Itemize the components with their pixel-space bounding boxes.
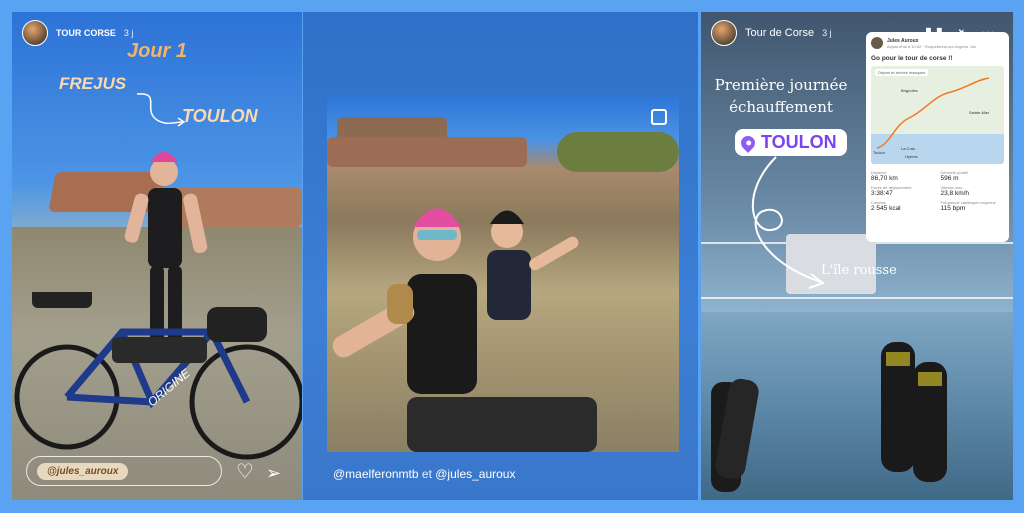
activity-subtitle: Aujourd'hui à 10:52 · Roquebrune-sur-Arg… <box>887 43 976 49</box>
route-end: TOULON <box>182 106 258 126</box>
stat-item: Dénivelé positif 596 m <box>941 170 1005 182</box>
reply-field[interactable]: @jules_auroux <box>26 456 222 486</box>
story-username[interactable]: Tour de Corse <box>745 27 814 39</box>
story-controls: ❚❚ 🔇︎ ••• <box>923 26 995 42</box>
stat-value: 86,70 km <box>871 175 898 182</box>
carousel-icon <box>651 109 667 125</box>
stat-item: Fréquence cardiaque moyenne 115 bpm <box>941 200 1005 212</box>
stat-value: 23,8 km/h <box>940 190 970 197</box>
pause-icon[interactable]: ❚❚ <box>923 26 945 42</box>
send-icon[interactable]: ➢ <box>266 463 281 484</box>
shrubs <box>557 132 679 172</box>
story-panel-3: Tour de Corse 3 j Première journée échau… <box>701 12 1013 500</box>
photo-caption: @maelferonmtb et @jules_auroux <box>333 467 515 481</box>
avatar <box>871 37 883 49</box>
caption-line-1: Première journée <box>714 76 848 94</box>
map-place: Brignoles <box>901 88 918 93</box>
route-map: Départ et arrivée masqués Brignoles Sain… <box>871 66 1004 164</box>
stat-value: 115 bpm <box>940 205 966 212</box>
map-place: La Crau <box>901 146 916 151</box>
destination-label: L'île rousse <box>821 263 897 278</box>
route-start: FREJUS <box>59 74 127 93</box>
story-panel-2: @maelferonmtb et @jules_auroux <box>303 12 698 500</box>
cyclists-figure <box>332 208 597 452</box>
stat-item: Distance 86,70 km <box>871 170 935 182</box>
more-options-icon[interactable]: ••• <box>981 26 995 42</box>
activity-stats: Distance 86,70 km Dénivelé positif 596 m… <box>871 170 1004 212</box>
location-pin-icon <box>738 132 758 153</box>
story-age: 3 j <box>822 28 832 38</box>
story-panel-1: TOUR CORSE 3 j Jour 1 FREJUS TOULON ORIG… <box>12 12 302 500</box>
map-place: Toulon <box>873 150 885 155</box>
curly-arrow-icon <box>751 156 826 289</box>
stat-value: 596 m <box>940 175 959 182</box>
stat-item: Calories 2 545 kcal <box>871 200 935 212</box>
selfie-photo[interactable] <box>327 97 679 452</box>
avatar[interactable] <box>711 20 737 46</box>
activity-card[interactable]: Jules Auroux Aujourd'hui à 10:52 · Roque… <box>866 32 1009 242</box>
mute-icon[interactable]: 🔇︎ <box>959 26 967 42</box>
activity-title: Go pour le tour de corse !! <box>871 55 953 62</box>
rock-formation <box>327 137 527 167</box>
location-name: TOULON <box>761 132 837 152</box>
route-line <box>876 77 990 149</box>
caption-conjunction: et <box>421 467 432 481</box>
stat-item: Durée de déplacement 3:38:47 <box>871 185 935 197</box>
map-place: Sainte-Max <box>969 110 990 115</box>
svg-text:ORIGINE: ORIGINE <box>145 365 194 409</box>
feet-figure <box>711 342 947 492</box>
mention-link[interactable]: @maelferonmtb <box>333 467 419 481</box>
stat-value: 3:38:47 <box>871 190 893 197</box>
stat-value: 2 545 kcal <box>871 205 901 212</box>
story-username[interactable]: TOUR CORSE <box>56 28 116 38</box>
mention-sticker[interactable]: @jules_auroux <box>37 462 129 480</box>
ferry-deck <box>701 312 1013 500</box>
map-place: Hyères <box>905 154 918 159</box>
caption-line-2: échauffement <box>729 98 833 116</box>
day-title: Jour 1 <box>126 40 188 62</box>
story-age: 3 j <box>123 28 134 38</box>
railing <box>701 297 1013 299</box>
mention-link[interactable]: @jules_auroux <box>435 467 515 481</box>
bicycle: ORIGINE <box>14 292 302 460</box>
stat-item: Vitesse moy. 23,8 km/h <box>941 185 1005 197</box>
heart-icon[interactable]: ♡ <box>236 459 254 484</box>
story-header[interactable]: Tour de Corse 3 j <box>711 20 832 46</box>
